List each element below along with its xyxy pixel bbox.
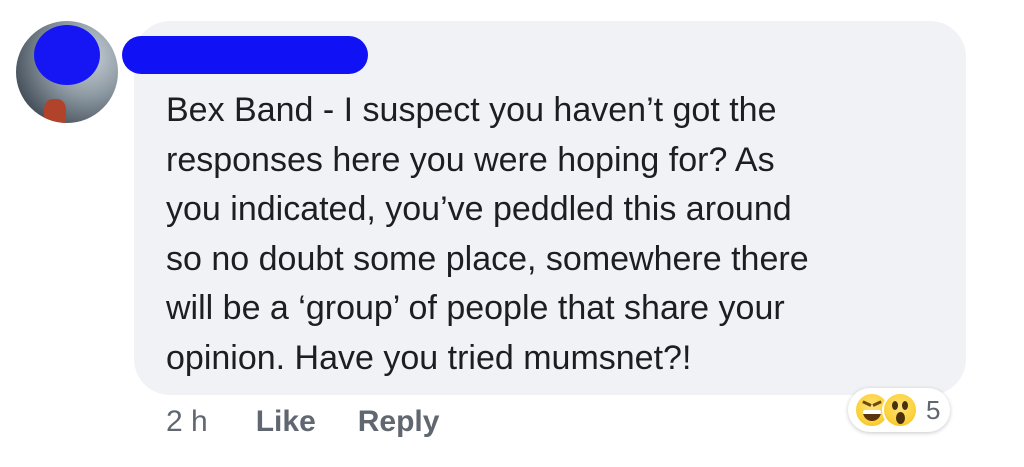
comment-text: Bex Band - I suspect you haven’t got the… [166, 91, 809, 377]
reactions-summary[interactable]: 5 [848, 388, 951, 432]
avatar-figure [44, 99, 66, 123]
reply-button[interactable]: Reply [358, 405, 440, 439]
commenter-avatar[interactable] [16, 21, 118, 123]
reaction-count: 5 [926, 394, 941, 425]
comment-actions: 2 h Like Reply [166, 402, 439, 442]
wow-icon [882, 392, 918, 428]
comment-timestamp[interactable]: 2 h [166, 405, 208, 439]
like-button[interactable]: Like [256, 405, 316, 439]
commenter-name-redacted[interactable] [122, 36, 368, 74]
avatar-redaction [34, 25, 100, 85]
